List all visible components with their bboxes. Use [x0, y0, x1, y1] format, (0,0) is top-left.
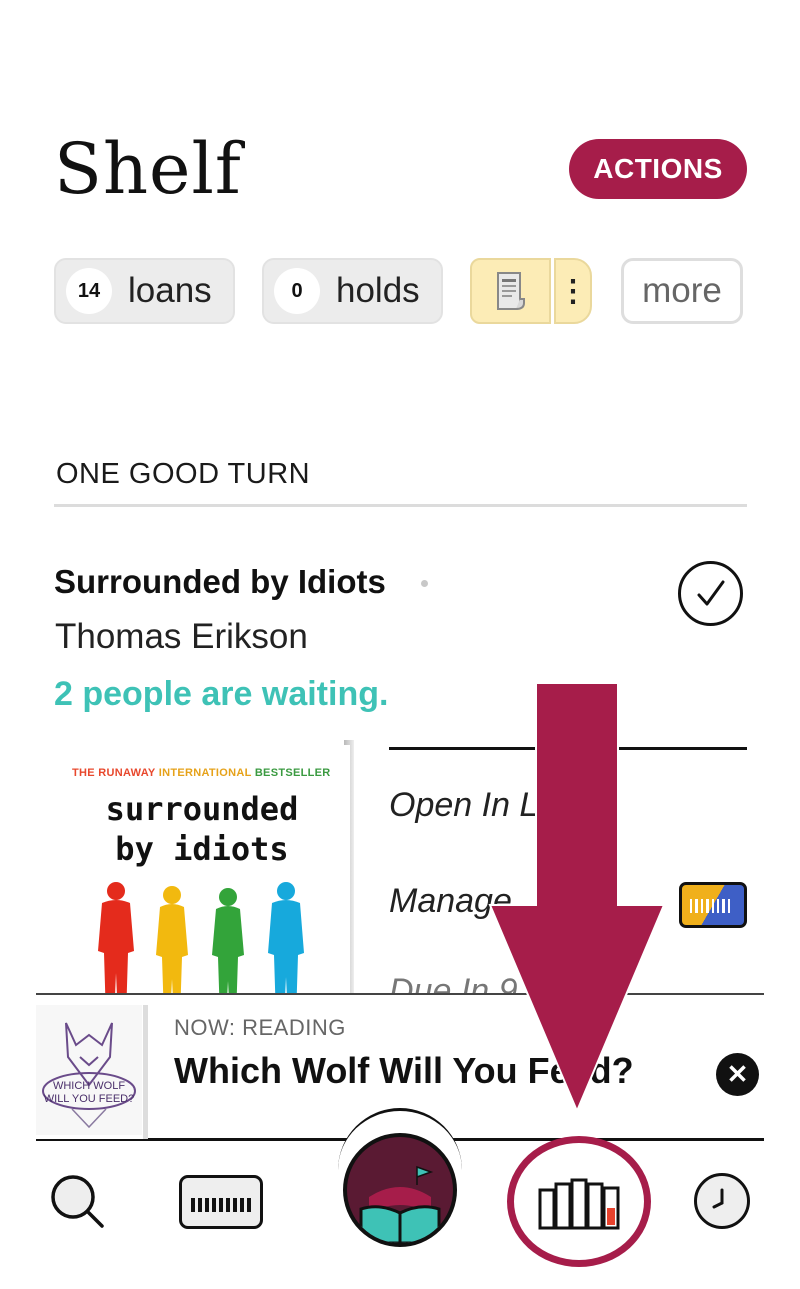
tag-options-icon[interactable]: ⋮	[554, 258, 592, 324]
loans-count: 14	[66, 268, 112, 314]
loans-chip[interactable]: 14 loans	[54, 258, 235, 324]
book-cover[interactable]: THE RUNAWAY INTERNATIONAL BESTSELLER sur…	[54, 745, 350, 1015]
book-title[interactable]: Surrounded by Idiots	[54, 563, 386, 601]
check-icon[interactable]	[678, 561, 743, 626]
highlight-ring	[507, 1136, 651, 1267]
library-card-nav-icon[interactable]	[179, 1175, 263, 1229]
section-heading: ONE GOOD TURN	[56, 458, 311, 490]
svg-text:WILL YOU FEED?: WILL YOU FEED?	[44, 1093, 134, 1105]
title-dot	[421, 580, 428, 587]
loans-label: loans	[128, 271, 212, 310]
page-title: Shelf	[54, 128, 242, 210]
more-button[interactable]: more	[621, 258, 743, 324]
clock-icon[interactable]	[694, 1173, 750, 1229]
hold-status: 2 people are waiting.	[54, 675, 389, 713]
actions-button[interactable]: ACTIONS	[569, 139, 747, 199]
holds-count: 0	[274, 268, 320, 314]
now-reading-cover[interactable]: WHICH WOLF WILL YOU FEED?	[36, 1005, 148, 1139]
holds-label: holds	[336, 271, 420, 310]
receipt-icon[interactable]	[470, 258, 551, 324]
close-icon[interactable]: ✕	[716, 1053, 759, 1096]
down-arrow-annotation	[488, 683, 666, 1113]
now-reading-label: NOW: READING	[174, 1015, 346, 1040]
open-book-icon[interactable]	[343, 1133, 457, 1247]
book-author[interactable]: Thomas Erikson	[55, 617, 308, 657]
library-card-icon[interactable]	[679, 882, 747, 928]
tags-chip[interactable]: ⋮	[470, 258, 594, 324]
search-icon[interactable]	[48, 1172, 108, 1232]
cover-tagline: THE RUNAWAY INTERNATIONAL BESTSELLER	[72, 767, 331, 779]
cover-title: surrounded by idiots	[105, 790, 299, 868]
holds-chip[interactable]: 0 holds	[262, 258, 443, 324]
section-divider	[54, 504, 747, 507]
svg-text:WHICH WOLF: WHICH WOLF	[53, 1080, 125, 1092]
